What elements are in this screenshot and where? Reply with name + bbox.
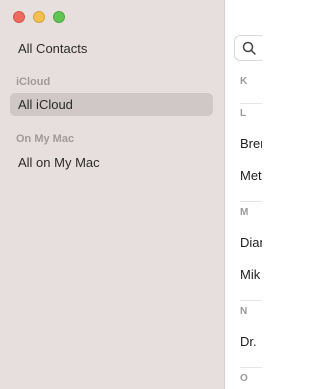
search-icon xyxy=(242,41,256,55)
sidebar: All Contacts iCloud All iCloud On My Mac… xyxy=(0,0,225,389)
search-field[interactable] xyxy=(234,35,262,61)
sidebar-item-label: All iCloud xyxy=(18,97,73,112)
section-letter-m: M xyxy=(240,207,249,218)
zoom-button[interactable] xyxy=(53,11,65,23)
close-button[interactable] xyxy=(13,11,25,23)
contact-row[interactable]: Bren xyxy=(240,136,262,151)
contact-list-pane: K L Bren Met M Dian Mik N Dr. O xyxy=(225,0,262,389)
section-letter-k: K xyxy=(240,76,248,87)
contacts-window: All Contacts iCloud All iCloud On My Mac… xyxy=(0,0,262,389)
section-icloud-title: iCloud xyxy=(16,76,51,88)
section-letter-o: O xyxy=(240,373,248,384)
divider xyxy=(240,300,262,301)
divider xyxy=(240,103,262,104)
contact-row[interactable]: Mik xyxy=(240,267,260,282)
minimize-button[interactable] xyxy=(33,11,45,23)
sidebar-item-all-icloud[interactable]: All iCloud xyxy=(10,93,213,116)
section-letter-n: N xyxy=(240,306,248,317)
window-controls xyxy=(13,11,65,23)
divider xyxy=(240,201,262,202)
contact-row[interactable]: Dian xyxy=(240,235,262,250)
divider xyxy=(240,367,262,368)
sidebar-item-label: All Contacts xyxy=(18,41,88,56)
contact-row[interactable]: Met xyxy=(240,168,262,183)
sidebar-item-all-contacts[interactable]: All Contacts xyxy=(10,37,213,60)
sidebar-item-label: All on My Mac xyxy=(18,155,100,170)
contact-row[interactable]: Dr. xyxy=(240,334,257,349)
section-on-my-mac-title: On My Mac xyxy=(16,133,75,145)
sidebar-item-all-on-my-mac[interactable]: All on My Mac xyxy=(10,151,213,174)
section-letter-l: L xyxy=(240,108,247,119)
